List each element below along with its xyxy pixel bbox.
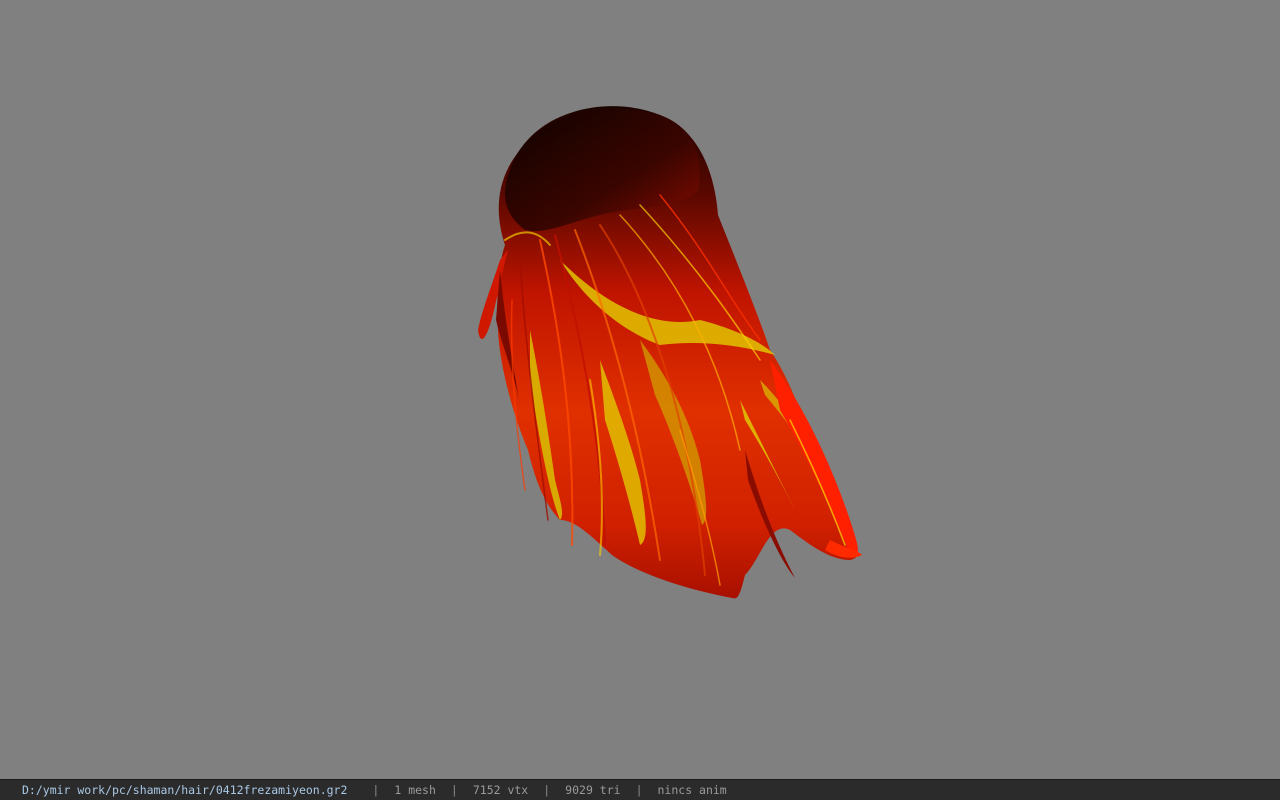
file-path: D:/ymir work/pc/shaman/hair/0412frezamiy… [22,783,348,797]
separator: | [372,783,380,797]
3d-viewport[interactable] [0,0,1280,779]
separator: | [635,783,643,797]
vertex-count: 7152 vtx [472,783,529,797]
status-bar: D:/ymir work/pc/shaman/hair/0412frezamiy… [0,779,1280,800]
separator: | [543,783,551,797]
triangle-count: 9029 tri [565,783,621,797]
mesh-count: 1 mesh [394,783,436,797]
separator: | [450,783,458,797]
animation-status: nincs anim [657,783,727,797]
hair-model-render [478,106,862,599]
